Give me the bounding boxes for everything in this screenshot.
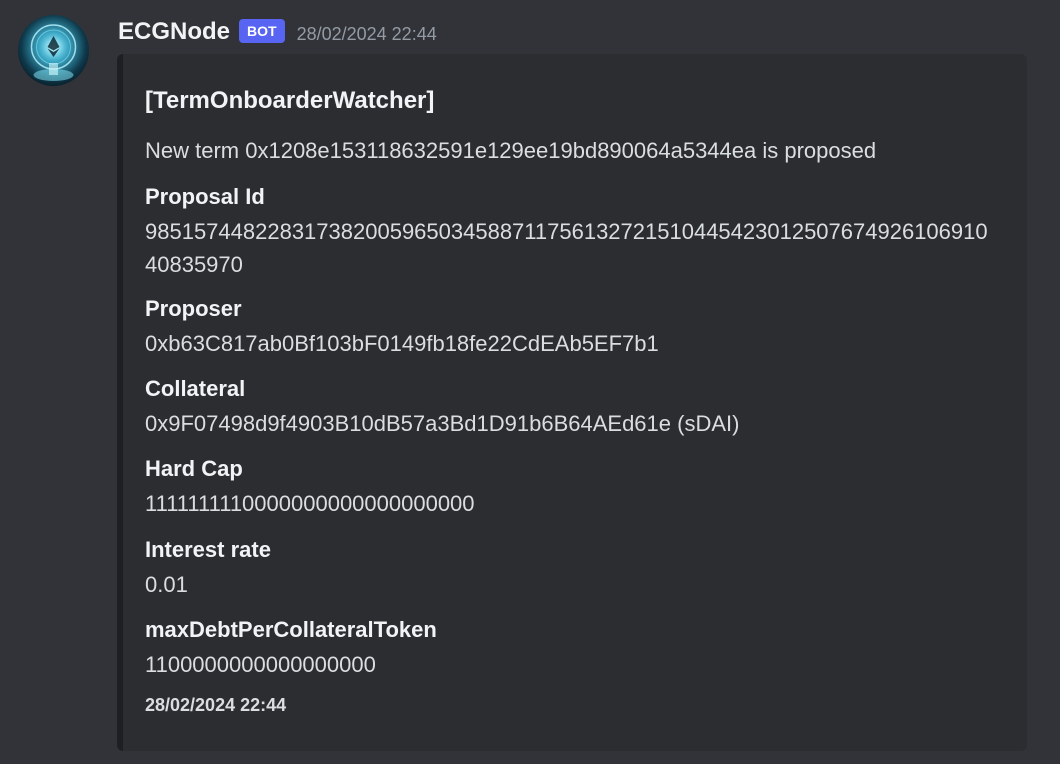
field-collateral: Collateral 0x9F07498d9f4903B10dB57a3Bd1D… [145, 374, 1007, 440]
ethereum-orb-avatar-icon [18, 15, 89, 86]
embed-description: New term 0x1208e153118632591e129ee19bd89… [145, 138, 877, 163]
field-name: Collateral [145, 376, 246, 401]
field-value: 9851574482283173820059650345887117561327… [145, 219, 988, 277]
field-proposer: Proposer 0xb63C817ab0Bf103bF0149fb18fe22… [145, 294, 1007, 360]
bot-tag: BOT [239, 19, 285, 43]
field-interest-rate: Interest rate 0.01 [145, 535, 1007, 601]
embed-footer-timestamp: 28/02/2024 22:44 [145, 695, 287, 715]
field-hard-cap: Hard Cap 1111111110000000000000000000 [145, 454, 1007, 520]
field-value: 0xb63C817ab0Bf103bF0149fb18fe22CdEAb5EF7… [145, 331, 659, 356]
username[interactable]: ECGNode [118, 18, 230, 46]
field-value: 1111111110000000000000000000 [145, 491, 475, 516]
field-name: maxDebtPerCollateralToken [145, 617, 437, 642]
message-header: ECGNode BOT 28/02/2024 22:44 [118, 16, 437, 48]
field-value: 0.01 [145, 572, 188, 597]
embed-title: [TermOnboarderWatcher] [145, 87, 435, 114]
field-max-debt-per-collateral-token: maxDebtPerCollateralToken 11000000000000… [145, 615, 1007, 681]
field-proposal-id: Proposal Id 9851574482283173820059650345… [145, 182, 1007, 281]
field-name: Proposal Id [145, 184, 265, 209]
field-name: Hard Cap [145, 456, 243, 481]
field-name: Interest rate [145, 537, 271, 562]
message-timestamp[interactable]: 28/02/2024 22:44 [297, 24, 437, 45]
embed-card: [TermOnboarderWatcher] New term 0x1208e1… [117, 54, 1027, 751]
chat-message: ECGNode BOT 28/02/2024 22:44 [TermOnboar… [0, 0, 1060, 764]
avatar[interactable] [18, 15, 89, 86]
field-value: 1100000000000000000 [145, 652, 376, 677]
field-name: Proposer [145, 296, 242, 321]
field-value: 0x9F07498d9f4903B10dB57a3Bd1D91b6B64AEd6… [145, 411, 740, 436]
